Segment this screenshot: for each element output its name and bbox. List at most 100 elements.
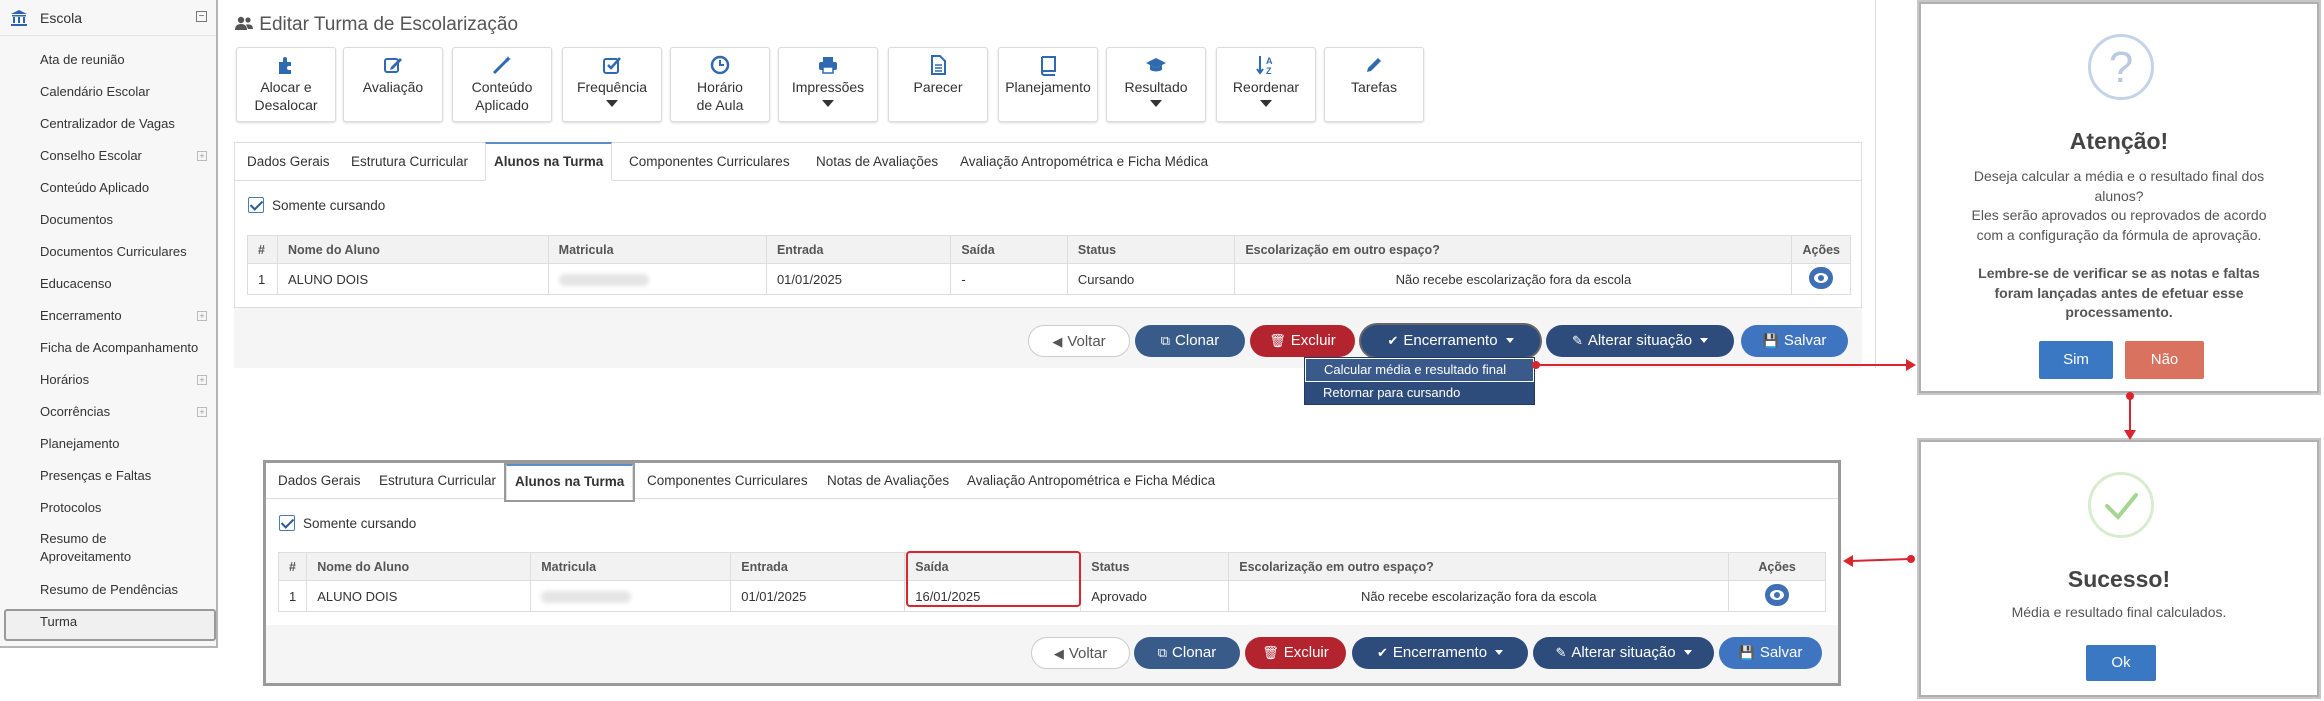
col-outro: Escolarização em outro espaço? <box>1228 552 1730 581</box>
encerramento-button[interactable]: ✔ Encerramento <box>1361 325 1540 357</box>
toolbar-button[interactable]: Conteúdo Aplicado <box>452 47 552 122</box>
sidebar-header-label: Escola <box>40 10 83 26</box>
sidebar-item[interactable]: Centralizador de Vagas <box>40 116 175 131</box>
tab-dados-gerais[interactable]: Dados Gerais <box>278 473 361 488</box>
bank-icon <box>11 10 27 26</box>
row-matricula <box>547 263 767 295</box>
collapse-icon[interactable]: − <box>196 11 207 22</box>
tab-notas-avaliacoes[interactable]: Notas de Avaliações <box>827 473 949 488</box>
ok-button[interactable]: Ok <box>2086 645 2156 681</box>
toolbar-button-label: Horário de Aula <box>696 79 744 113</box>
tab-alunos-na-turma[interactable]: Alunos na Turma <box>506 464 634 500</box>
clonar-button[interactable]: ⧉ Clonar <box>1134 637 1240 669</box>
clock-icon <box>671 54 769 76</box>
clone-icon: ⧉ <box>1160 333 1171 348</box>
sidebar-item[interactable]: Presenças e Faltas <box>40 468 151 483</box>
expand-icon[interactable]: + <box>197 375 207 385</box>
caret-down-icon <box>606 100 618 107</box>
col-entrada: Entrada <box>730 552 906 581</box>
success-check-icon <box>2088 472 2154 538</box>
nao-button[interactable]: Não <box>2125 341 2204 379</box>
row-num: 1 <box>277 580 308 612</box>
sidebar-item[interactable]: Turma <box>40 614 77 629</box>
somente-cursando-checkbox[interactable] <box>248 197 264 213</box>
caret-down-icon <box>1700 338 1709 343</box>
sidebar-item[interactable]: Calendário Escolar <box>40 84 150 99</box>
sim-button[interactable]: Sim <box>2039 341 2113 379</box>
voltar-button[interactable]: ◀ Voltar <box>1028 325 1130 357</box>
toolbar-button[interactable]: Frequência <box>562 47 662 122</box>
view-eye-icon[interactable] <box>1765 583 1790 606</box>
voltar-button[interactable]: ◀ Voltar <box>1031 637 1130 669</box>
students-table: # Nome do Aluno Matricula Entrada Saída … <box>247 235 1851 295</box>
tab-notas-avaliacoes[interactable]: Notas de Avaliações <box>816 154 938 169</box>
sidebar-item[interactable]: Resumo de Pendências <box>40 582 178 597</box>
sidebar-item[interactable]: Educacenso <box>40 276 112 291</box>
menu-item-retornar[interactable]: Retornar para cursando <box>1305 382 1534 406</box>
toolbar-button[interactable]: A Z Reordenar <box>1216 47 1316 122</box>
sidebar-item[interactable]: Conteúdo Aplicado <box>40 180 149 195</box>
alterar-situacao-button[interactable]: ✎ Alterar situação <box>1533 637 1714 669</box>
salvar-button[interactable]: 💾 Salvar <box>1741 325 1848 357</box>
tab-alunos-na-turma[interactable]: Alunos na Turma <box>485 142 613 181</box>
toolbar-button[interactable]: Tarefas <box>1324 47 1424 122</box>
sidebar-item[interactable]: Protocolos <box>40 500 101 515</box>
excluir-button[interactable]: 🗑 Excluir <box>1245 637 1346 669</box>
menu-item-calcular[interactable]: Calcular média e resultado final <box>1305 358 1534 382</box>
caret-down-icon <box>822 100 834 107</box>
connector-success-to-table <box>1850 557 1912 563</box>
toolbar-button[interactable]: Impressões <box>778 47 878 122</box>
excluir-button[interactable]: 🗑 Excluir <box>1250 325 1355 357</box>
caret-down-icon <box>1495 650 1504 655</box>
row-entrada: 01/01/2025 <box>765 263 952 295</box>
toolbar-button[interactable]: Avaliação <box>343 47 443 122</box>
alterar-situacao-button[interactable]: ✎ Alterar situação <box>1546 325 1734 357</box>
toolbar-button[interactable]: Alocar e Desalocar <box>236 47 336 122</box>
tab-avaliacao-antropometrica[interactable]: Avaliação Antropométrica e Ficha Médica <box>967 473 1215 488</box>
caret-down-icon <box>1683 650 1692 655</box>
row-acoes <box>1791 263 1851 295</box>
toolbar-button[interactable]: Horário de Aula <box>670 47 770 122</box>
edit-icon: ✎ <box>1555 645 1567 660</box>
edit-icon <box>344 54 442 76</box>
sidebar-header[interactable]: Escola − <box>0 0 216 36</box>
row-status: Cursando <box>1066 263 1236 295</box>
toolbar-button[interactable]: Planejamento <box>998 47 1098 122</box>
tab-componentes-curriculares[interactable]: Componentes Curriculares <box>647 473 808 488</box>
encerramento-button[interactable]: ✔ Encerramento <box>1352 637 1528 669</box>
expand-icon[interactable]: + <box>197 151 207 161</box>
somente-cursando-label: Somente cursando <box>272 198 386 213</box>
somente-cursando-checkbox[interactable] <box>279 515 295 531</box>
toolbar-button[interactable]: Resultado <box>1106 47 1206 122</box>
connector-dot <box>1532 361 1540 369</box>
expand-icon[interactable]: + <box>197 407 207 417</box>
tab-componentes-curriculares[interactable]: Componentes Curriculares <box>629 154 790 169</box>
sidebar-item[interactable]: Documentos Curriculares <box>40 244 187 259</box>
sidebar-item[interactable]: Documentos <box>40 212 113 227</box>
sidebar-item[interactable]: Planejamento <box>40 436 120 451</box>
connector-modal-to-modal <box>2129 395 2131 433</box>
clone-icon: ⧉ <box>1157 645 1168 660</box>
salvar-button[interactable]: 💾 Salvar <box>1719 637 1822 669</box>
sidebar-item[interactable]: Conselho Escolar <box>40 148 142 163</box>
sidebar-item[interactable]: Ata de reunião <box>40 52 125 67</box>
sidebar-item[interactable]: Resumo de Aproveitamento <box>40 530 160 566</box>
tab-estrutura-curricular[interactable]: Estrutura Curricular <box>379 473 496 488</box>
expand-icon[interactable]: + <box>197 311 207 321</box>
sidebar-active-highlight <box>4 609 216 641</box>
sidebar-item[interactable]: Ficha de Acompanhamento <box>40 340 198 355</box>
view-eye-icon[interactable] <box>1809 266 1834 289</box>
row-name: ALUNO DOIS <box>306 580 532 612</box>
tab-dados-gerais[interactable]: Dados Gerais <box>247 154 330 169</box>
sidebar-item[interactable]: Horários <box>40 372 89 387</box>
sidebar-item[interactable]: Ocorrências <box>40 404 110 419</box>
toolbar-button-label: Conteúdo Aplicado <box>471 79 533 113</box>
clonar-button[interactable]: ⧉ Clonar <box>1135 325 1245 357</box>
tab-avaliacao-antropometrica[interactable]: Avaliação Antropométrica e Ficha Médica <box>960 154 1208 169</box>
table-header-row: # Nome do Aluno Matricula Entrada Saída … <box>247 235 1851 264</box>
toolbar-button[interactable]: Parecer <box>888 47 988 122</box>
sort-alpha-icon: AZ <box>1217 54 1315 76</box>
check-icon: ✔ <box>1387 333 1399 348</box>
sidebar-item[interactable]: Encerramento <box>40 308 122 323</box>
tab-estrutura-curricular[interactable]: Estrutura Curricular <box>351 154 468 169</box>
